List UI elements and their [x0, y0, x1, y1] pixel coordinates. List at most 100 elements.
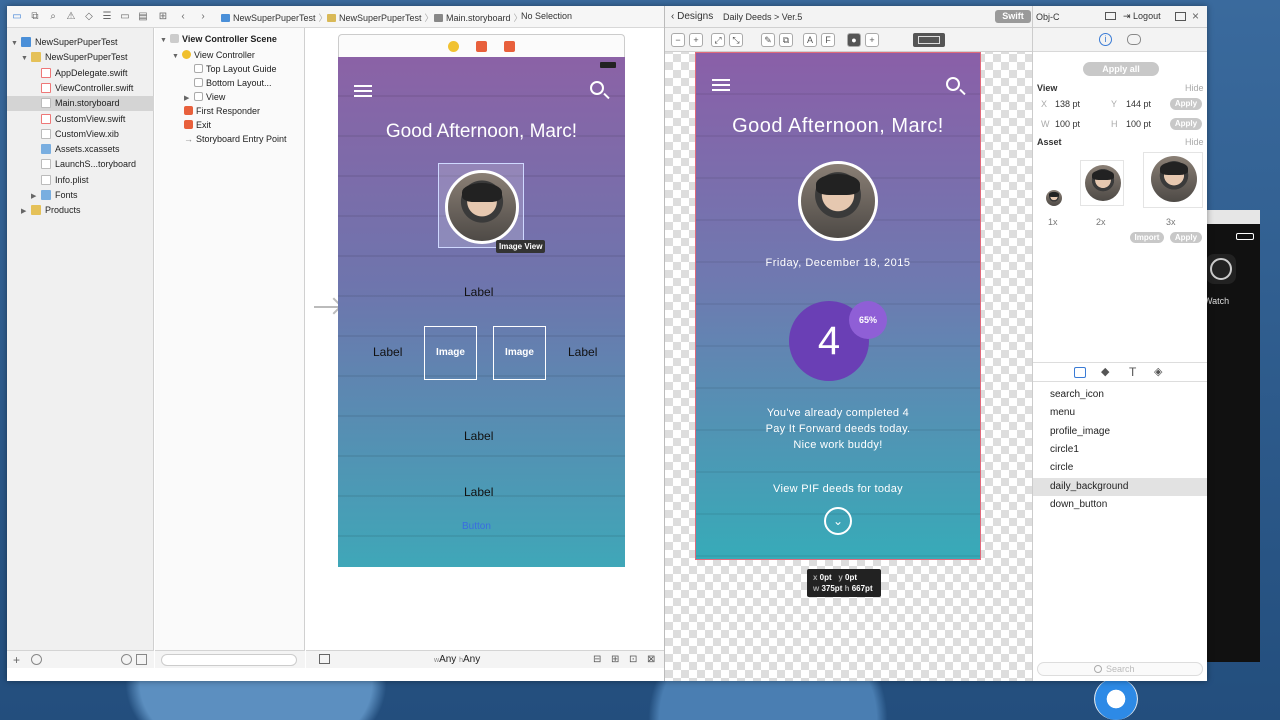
text-tab-icon[interactable]: T	[1129, 365, 1136, 379]
outline-exit[interactable]: Exit	[184, 119, 211, 131]
layer-item[interactable]: circle	[1033, 459, 1207, 477]
outline-view-controller[interactable]: ▼ View Controller	[172, 49, 255, 63]
layout-tab-icon[interactable]	[1074, 367, 1086, 378]
outline-bottom-layout-guide[interactable]: Bottom Layout...	[194, 77, 272, 89]
navigator-item[interactable]: ▼ NewSuperPuperTest	[7, 35, 154, 50]
layer-item[interactable]: profile_image	[1033, 423, 1207, 441]
size-class-control[interactable]: wAny hAny	[434, 654, 480, 665]
designs-back-button[interactable]: ‹ Designs	[671, 11, 713, 22]
pencil-icon[interactable]: ✎	[761, 33, 775, 47]
outline-entry-point[interactable]: → Storyboard Entry Point	[184, 133, 287, 145]
scm-filter-icon[interactable]	[136, 654, 147, 665]
outline-scene[interactable]: ▼ View Controller Scene	[160, 33, 277, 47]
related-items-icon[interactable]: ⊞	[157, 11, 169, 23]
layer-item[interactable]: circle1	[1033, 441, 1207, 459]
font-attr-button[interactable]: F	[821, 33, 835, 47]
image-left[interactable]: Image	[424, 326, 477, 380]
storyboard-button[interactable]: Button	[462, 521, 491, 532]
navigator-item[interactable]: Main.storyboard	[7, 96, 154, 112]
apply-all-button[interactable]: Apply all	[1083, 62, 1159, 76]
greeting-title[interactable]: Good Afternoon, Marc!	[338, 121, 625, 143]
first-responder-dock-icon[interactable]	[476, 41, 487, 52]
filter-icon[interactable]	[31, 654, 42, 665]
outline-toggle-icon[interactable]	[319, 654, 330, 664]
navigator-item[interactable]: ▶ Products	[7, 203, 154, 218]
stack-icon[interactable]: ⊟	[593, 654, 601, 665]
mock-down-button-icon[interactable]: ⌄	[824, 507, 852, 535]
symbol-navigator-icon[interactable]: ⧉	[29, 11, 41, 23]
navigator-item[interactable]: CustomView.swift	[7, 112, 154, 127]
disclosure-closed-icon[interactable]: ▶	[31, 189, 41, 204]
search-icon[interactable]	[590, 81, 604, 95]
outline-top-layout-guide[interactable]: Top Layout Guide	[194, 63, 277, 75]
breakpoint-navigator-icon[interactable]: ▭	[119, 11, 131, 23]
overlay-toggle-icon[interactable]	[913, 33, 945, 47]
mock-menu-icon[interactable]	[712, 79, 730, 91]
info-icon[interactable]: i	[1099, 33, 1112, 46]
navigator-item[interactable]: ▼ NewSuperPuperTest	[7, 50, 154, 65]
label-left[interactable]: Label	[373, 345, 402, 359]
fill-tab-icon[interactable]: ◆	[1101, 365, 1109, 378]
copy-icon[interactable]: ⧉	[779, 33, 793, 47]
breadcrumb-project[interactable]: NewSuperPuperTest 〉	[221, 11, 331, 24]
navigator-item[interactable]: Assets.xcassets	[7, 142, 154, 157]
window-icon[interactable]	[1175, 12, 1186, 21]
layer-item[interactable]: daily_background	[1033, 477, 1207, 496]
navigator-item[interactable]: ▶ Fonts	[7, 188, 154, 203]
text-attr-button[interactable]: A	[803, 33, 817, 47]
mock-search-icon[interactable]	[946, 77, 960, 91]
apply-size-button[interactable]: Apply	[1170, 118, 1202, 130]
recent-files-icon[interactable]	[121, 654, 132, 665]
layer-item[interactable]: down_button	[1033, 496, 1207, 514]
layer-search-input[interactable]: Search	[1037, 662, 1203, 676]
storyboard-view[interactable]: Good Afternoon, Marc! Image View Label L…	[338, 57, 625, 567]
color-mode-icon[interactable]: ●	[847, 33, 861, 47]
debug-navigator-icon[interactable]: ☰	[101, 11, 113, 23]
image-view[interactable]	[438, 163, 524, 248]
navigator-item[interactable]: Info.plist	[7, 173, 154, 188]
lang-objc-toggle[interactable]: Obj-C	[1036, 12, 1060, 22]
breadcrumb-selection[interactable]: No Selection	[521, 11, 572, 21]
design-mockup[interactable]: Good Afternoon, Marc! Friday, December 1…	[695, 52, 981, 560]
navigator-item[interactable]: CustomView.xib	[7, 127, 154, 142]
navigator-item[interactable]: ViewController.swift	[7, 81, 154, 96]
menu-icon[interactable]	[354, 85, 372, 97]
test-navigator-icon[interactable]: ◇	[83, 11, 95, 23]
forward-arrow-icon[interactable]: ›	[197, 11, 209, 23]
layers-tab-icon[interactable]: ◈	[1154, 365, 1162, 378]
navigator-item[interactable]: AppDelegate.swift	[7, 66, 154, 81]
outline-first-responder[interactable]: First Responder	[184, 105, 260, 117]
storyboard-canvas[interactable]: Good Afternoon, Marc! Image View Label L…	[306, 28, 664, 668]
label-top[interactable]: Label	[464, 285, 493, 299]
layer-item[interactable]: menu	[1033, 404, 1207, 422]
lang-swift-toggle[interactable]: Swift	[995, 10, 1031, 23]
watch-app-icon[interactable]	[1206, 254, 1236, 284]
issue-navigator-icon[interactable]: ⚠	[65, 11, 77, 23]
project-navigator-icon[interactable]: ▭	[11, 11, 23, 23]
view-hide-toggle[interactable]: Hide	[1185, 83, 1204, 93]
disclosure-open-icon[interactable]: ▼	[11, 36, 21, 51]
actual-size-icon[interactable]: ⤡	[729, 33, 743, 47]
pin-icon[interactable]: ⊡	[629, 654, 637, 665]
back-arrow-icon[interactable]: ‹	[177, 11, 189, 23]
image-right[interactable]: Image	[493, 326, 546, 380]
fit-icon[interactable]: ⤢	[711, 33, 725, 47]
close-icon[interactable]: ×	[1192, 9, 1199, 23]
apply-position-button[interactable]: Apply	[1170, 98, 1202, 110]
report-navigator-icon[interactable]: ▤	[137, 11, 149, 23]
comment-icon[interactable]	[1127, 34, 1141, 45]
label-link[interactable]: Label	[464, 485, 493, 499]
asset-1x-thumb[interactable]	[1046, 190, 1062, 206]
navigator-item[interactable]: LaunchS...toryboard	[7, 157, 154, 172]
breadcrumb-file[interactable]: Main.storyboard 〉	[434, 11, 526, 24]
view-controller-dock-icon[interactable]	[448, 41, 459, 52]
zoom-in-icon[interactable]: +	[689, 33, 703, 47]
outline-filter-input[interactable]	[161, 654, 297, 666]
label-right[interactable]: Label	[568, 345, 597, 359]
add-icon[interactable]: +	[13, 653, 20, 667]
exit-dock-icon[interactable]	[504, 41, 515, 52]
search-navigator-icon[interactable]: ⌕	[47, 11, 59, 23]
layer-item[interactable]: search_icon	[1033, 386, 1207, 404]
apply-asset-button[interactable]: Apply	[1170, 232, 1202, 243]
logout-button[interactable]: ⇥ Logout	[1123, 11, 1161, 22]
